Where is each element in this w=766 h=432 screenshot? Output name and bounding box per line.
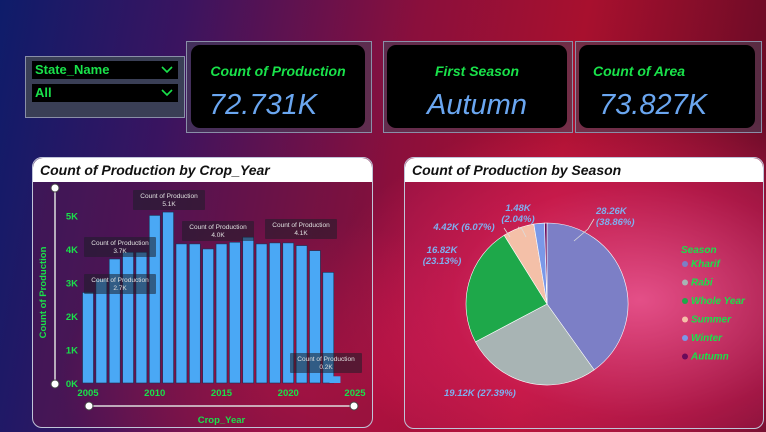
y-range-slider-handle[interactable] <box>50 183 60 193</box>
data-label-value: 5.1K <box>162 201 176 208</box>
data-label-title: Count of Production <box>189 224 247 231</box>
pie-chart: 28.26K(38.86%) 19.12K (27.39%) 16.82K(23.1… <box>423 203 746 399</box>
data-label: Count of Production4.0K <box>182 221 254 241</box>
bar[interactable] <box>202 248 214 384</box>
data-label: Count of Production2.7K <box>84 274 156 294</box>
slice-label-value: 1.48K <box>505 203 531 214</box>
y-tick-label: 4K <box>66 245 78 256</box>
bar[interactable] <box>189 243 201 384</box>
slice-label: 4.42K (6.07%) <box>432 222 494 233</box>
data-label: Count of Production5.1K <box>133 190 205 210</box>
legend-marker <box>682 298 688 304</box>
bar[interactable] <box>82 292 94 384</box>
legend-marker <box>682 316 688 323</box>
bar[interactable] <box>122 251 134 384</box>
bar[interactable] <box>329 376 341 383</box>
legend-item[interactable]: Summer <box>682 315 732 326</box>
data-label-value: 3.7K <box>113 248 127 255</box>
slice-label: 19.12K (27.39%) <box>444 388 516 399</box>
data-label-title: Count of Production <box>297 356 355 363</box>
legend-item[interactable]: Winter <box>682 333 723 344</box>
card-value: 72.731K <box>209 89 318 121</box>
bar[interactable] <box>175 243 188 384</box>
x-tick-label: 2025 <box>344 388 366 399</box>
x-tick-label: 2005 <box>77 388 99 399</box>
data-label-title: Count of Production <box>91 277 149 284</box>
legend-item[interactable]: Rabi <box>682 278 713 289</box>
data-label-title: Count of Production <box>272 222 330 229</box>
bar[interactable] <box>242 236 254 384</box>
legend-marker <box>682 335 688 341</box>
legend-label: Whole Year <box>691 296 746 307</box>
legend-label: Autumn <box>690 352 729 363</box>
bar[interactable] <box>229 241 241 384</box>
season-card[interactable]: First Season Autumn <box>387 45 567 128</box>
y-tick-label: 1K <box>66 345 78 356</box>
legend-label: Winter <box>691 333 723 344</box>
bar[interactable] <box>95 278 108 384</box>
slice-label-value: 28.26K <box>595 206 628 217</box>
legend-marker <box>682 261 688 267</box>
card-value: Autumn <box>427 89 527 121</box>
card-title: Count of Area <box>593 63 686 79</box>
chevron-down-icon <box>161 89 173 97</box>
y-tick-label: 5K <box>66 211 78 222</box>
data-label-title: Count of Production <box>140 193 198 200</box>
data-label-title: Count of Production <box>91 240 149 247</box>
legend-marker <box>682 353 688 360</box>
card-value: 73.827K <box>599 89 708 121</box>
y-tick-label: 2K <box>66 312 78 323</box>
data-label-value: 2.7K <box>113 285 127 292</box>
data-label: Count of Production0.2K <box>290 353 362 373</box>
slicer-value-label: All <box>35 85 52 100</box>
x-tick-label: 2015 <box>211 388 233 399</box>
x-tick-label: 2020 <box>278 388 299 399</box>
legend-label: Kharif <box>691 259 722 270</box>
y-axis-label: Count of Production <box>38 246 49 338</box>
legend-title: Season <box>681 245 717 256</box>
legend-item[interactable]: Kharif <box>682 259 722 270</box>
slice-label-percent: (38.86%) <box>596 217 635 228</box>
slicer-field-label: State_Name <box>35 62 110 77</box>
x-range-slider-handle[interactable] <box>84 401 94 411</box>
data-label: Count of Production3.7K <box>84 237 156 257</box>
x-tick-label: 2010 <box>144 388 165 399</box>
data-label-value: 4.0K <box>211 232 225 239</box>
data-label-value: 0.2K <box>319 364 333 371</box>
legend-item[interactable]: Whole Year <box>682 296 746 307</box>
legend-item[interactable]: Autumn <box>682 352 729 363</box>
slicer-value-dropdown[interactable]: All <box>32 84 178 102</box>
legend-label: Rabi <box>691 278 713 289</box>
card-title: First Season <box>434 63 520 79</box>
slice-label-percent: (2.04%) <box>501 214 534 225</box>
state-slicer: State_Name All <box>25 56 185 118</box>
y-tick-label: 0K <box>66 379 78 390</box>
bar[interactable] <box>215 243 228 384</box>
x-range-slider-handle[interactable] <box>349 401 359 411</box>
slice-label-percent: (23.13%) <box>423 256 462 267</box>
area-card[interactable]: Count of Area 73.827K <box>579 45 755 128</box>
x-axis-label: Crop_Year <box>198 415 246 426</box>
data-label-value: 4.1K <box>294 230 308 237</box>
slice-label-value: 16.82K <box>427 245 459 256</box>
legend-marker <box>682 279 688 286</box>
bar[interactable] <box>255 243 268 384</box>
card-title: Count of Production <box>210 63 346 79</box>
legend-label: Summer <box>691 315 732 326</box>
chevron-down-icon <box>161 66 173 74</box>
production-card[interactable]: Count of Production 72.731K <box>191 45 365 128</box>
y-tick-label: 3K <box>66 278 78 289</box>
bar[interactable] <box>269 242 281 384</box>
slicer-field-selector[interactable]: State_Name <box>32 61 178 79</box>
bar-chart: Count of Production 0K 1K 2K 3K 4K 5K Count of … <box>38 183 366 426</box>
data-label: Count of Production4.1K <box>265 219 337 239</box>
y-range-slider-handle[interactable] <box>50 379 60 389</box>
bar[interactable] <box>162 211 174 384</box>
dashboard: { "slicer": { "field": "State_Name", "va… <box>0 0 766 432</box>
bar[interactable] <box>135 251 148 384</box>
